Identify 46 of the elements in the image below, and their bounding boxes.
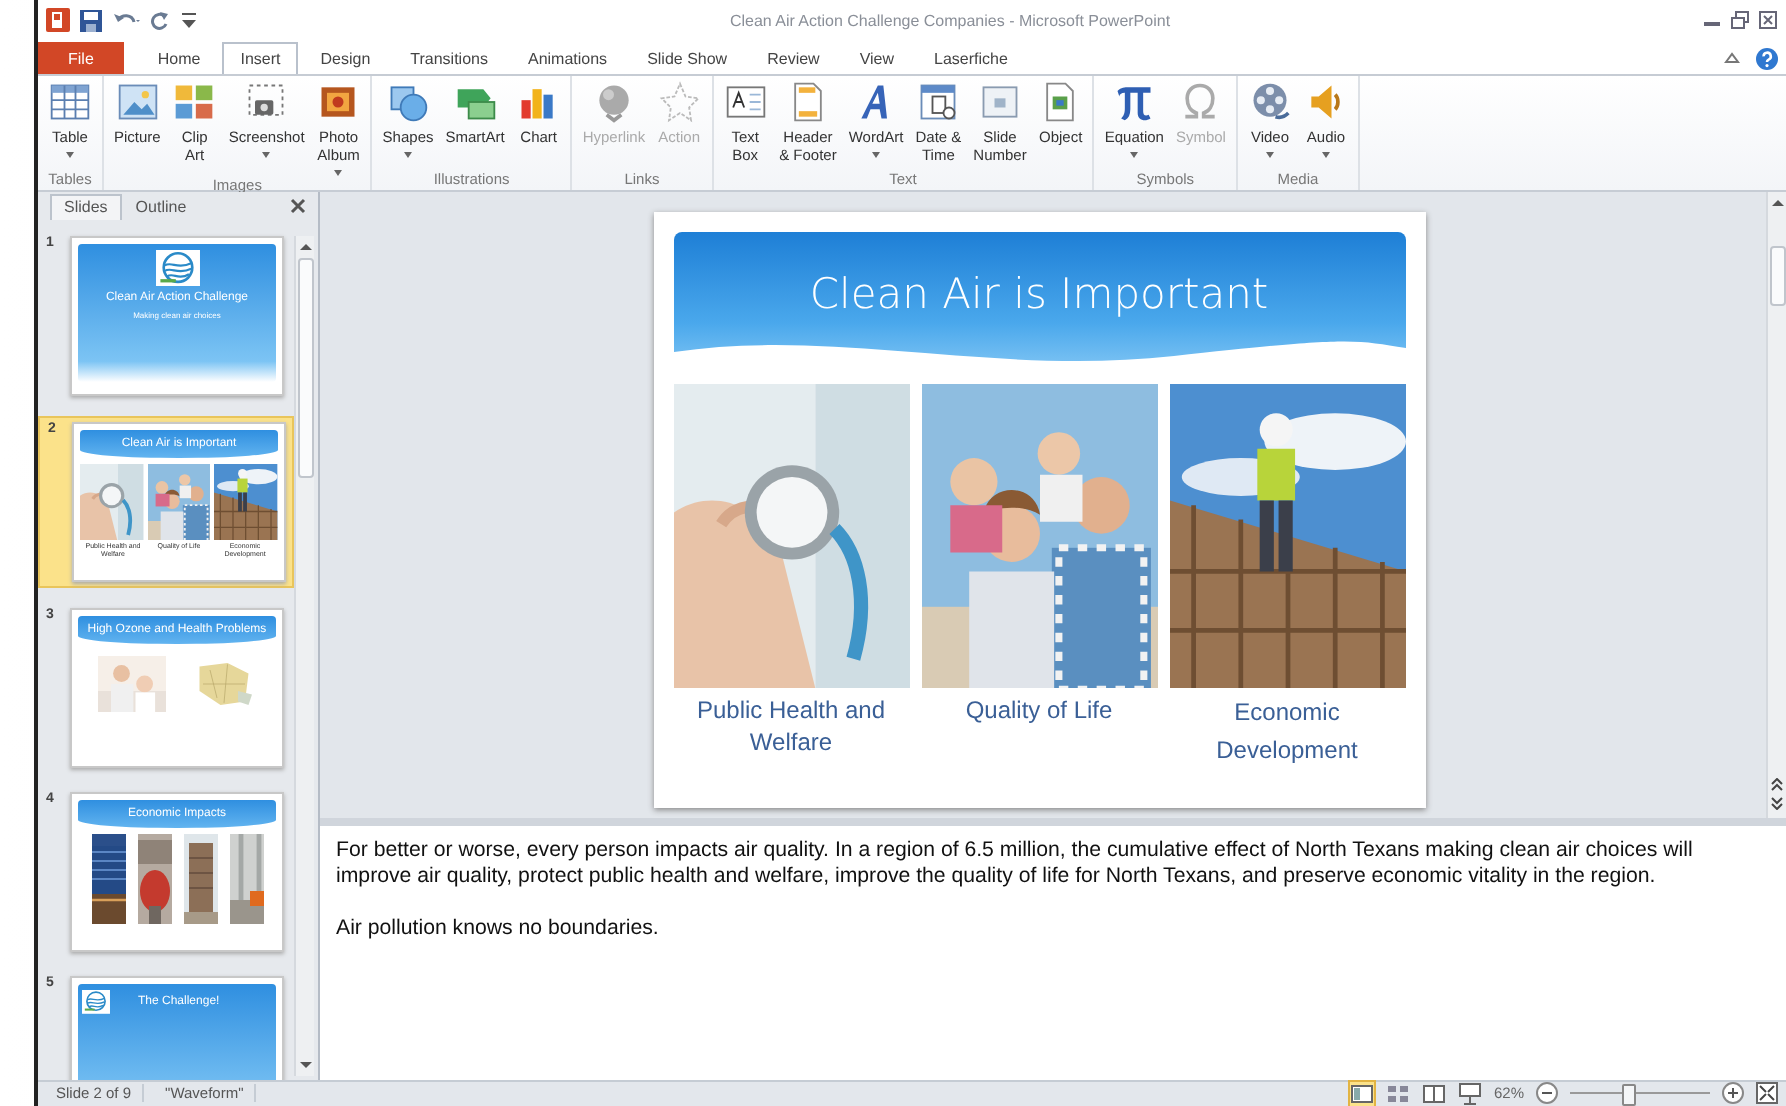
- previous-slide-icon[interactable]: [1770, 777, 1784, 792]
- calendar-icon: [916, 79, 961, 124]
- logo-icon: [82, 989, 110, 1014]
- save-icon[interactable]: [80, 9, 102, 32]
- ribbon-tab[interactable]: Laserfiche: [916, 41, 1026, 74]
- caption: Quality of Life: [963, 693, 1115, 728]
- pane-tab[interactable]: Outline: [121, 193, 201, 220]
- caption: Public Health and Welfare: [694, 693, 888, 760]
- zoom-in-icon[interactable]: [1722, 1082, 1744, 1105]
- slide-show-icon[interactable]: [1457, 1081, 1482, 1106]
- ribbon-tab[interactable]: Insert: [222, 41, 299, 74]
- restore-icon[interactable]: [1730, 10, 1750, 31]
- logo-icon: [155, 249, 199, 287]
- reading-view-icon[interactable]: [1421, 1081, 1446, 1106]
- ribbon-tab[interactable]: Review: [749, 41, 838, 74]
- close-icon[interactable]: [290, 197, 306, 214]
- scrollbar[interactable]: [1766, 191, 1786, 818]
- file-tab[interactable]: File: [38, 41, 124, 74]
- normal-view-icon[interactable]: [1349, 1081, 1374, 1106]
- slide-title: Clean Air is Important: [809, 269, 1269, 318]
- pane-tab[interactable]: Slides: [50, 193, 122, 220]
- scrollbar[interactable]: [294, 235, 314, 1076]
- ribbon-tab[interactable]: Design: [302, 41, 389, 74]
- close-icon[interactable]: [1758, 10, 1778, 31]
- notes-text: For better or worse, every person impacts air quality. In a region of 6.5 million, the cumulative effect of North Texans making clean air choices will improve air quality, protect public health and welfare, improve the quality of life for North Texans, and preserve economic vitality in the region.: [336, 837, 1695, 890]
- next-slide-icon[interactable]: [1770, 795, 1784, 810]
- ribbon-tab[interactable]: Home: [139, 41, 219, 74]
- picture-icon: [115, 79, 160, 124]
- ribbon-tab[interactable]: Animations: [509, 41, 626, 74]
- redo-icon[interactable]: [150, 10, 170, 31]
- help-icon[interactable]: [1756, 47, 1778, 70]
- app-icon[interactable]: [46, 8, 70, 33]
- zoom-out-icon[interactable]: [1536, 1082, 1558, 1105]
- table-icon: [48, 79, 92, 124]
- customize-icon[interactable]: [180, 10, 198, 31]
- ribbon-tab[interactable]: View: [841, 41, 913, 74]
- ribbon-tab[interactable]: Slide Show: [629, 41, 746, 74]
- scroll-thumb[interactable]: [1769, 245, 1785, 306]
- collapse-ribbon-icon[interactable]: [1724, 49, 1740, 66]
- caption: Economic Development: [1214, 695, 1360, 768]
- star-icon: [657, 79, 702, 124]
- window-title: Clean Air Action Challenge Companies - Microsoft PowerPoint: [727, 11, 1173, 30]
- slide-sorter-icon[interactable]: [1385, 1081, 1410, 1106]
- notes-text: Air pollution knows no boundaries.: [336, 915, 661, 942]
- ribbon-tab[interactable]: Transitions: [392, 41, 506, 74]
- fit-to-window-icon[interactable]: [1756, 1082, 1778, 1105]
